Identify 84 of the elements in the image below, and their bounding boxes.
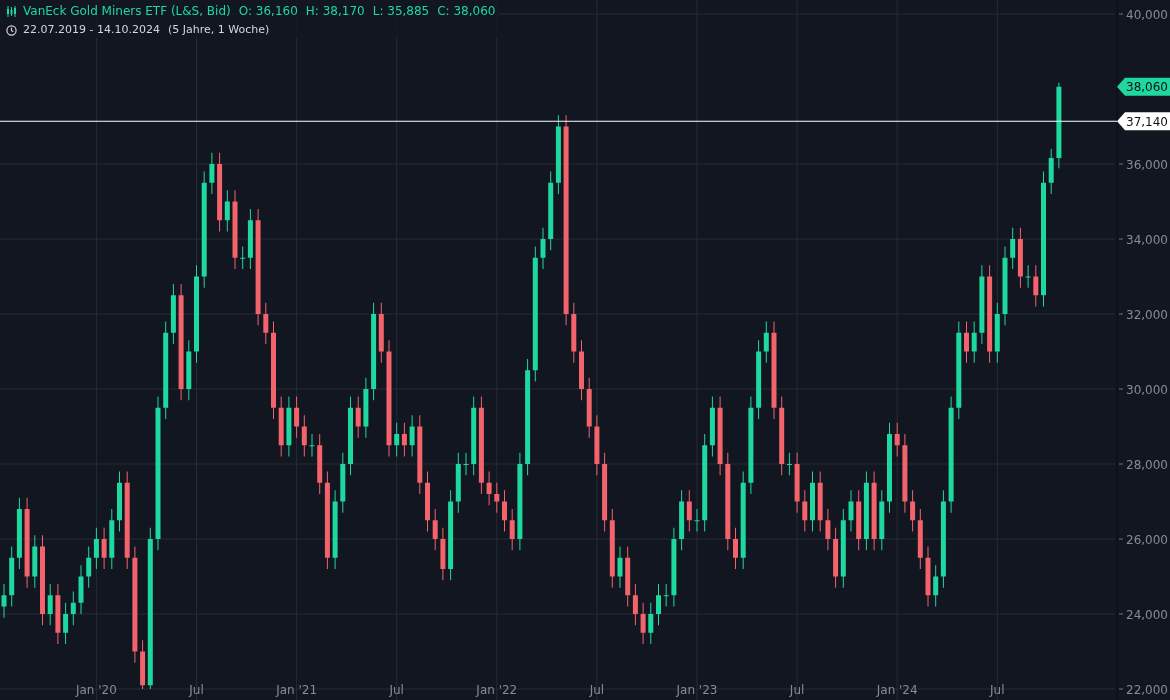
candle (1025, 264, 1031, 289)
candle (802, 489, 808, 532)
candle (363, 377, 369, 439)
candle (579, 339, 584, 401)
candle (810, 471, 815, 532)
candle (286, 396, 292, 457)
candle (848, 489, 854, 532)
candle (355, 396, 361, 439)
candle (109, 508, 115, 570)
candle (1033, 264, 1039, 307)
candle (494, 482, 500, 514)
candle (486, 471, 492, 506)
candle (925, 546, 931, 607)
axis-label: 32,000 (1126, 307, 1168, 322)
clock-icon (6, 24, 17, 36)
axis-label: Jul (990, 683, 1005, 697)
ohlc-value: C: 38,060 (437, 3, 496, 20)
ohlc-value: H: 38,170 (305, 3, 365, 20)
axis-label: 24,000 (1126, 607, 1168, 622)
candle (1, 583, 7, 619)
candle (186, 339, 192, 401)
candle (432, 508, 438, 551)
candle (340, 452, 346, 514)
candle (733, 527, 738, 570)
axis-label: Jan '24 (876, 683, 918, 697)
horizontal-line[interactable] (0, 120, 1118, 122)
axis-label: 22,000 (1126, 682, 1168, 697)
duration: (5 Jahre, 1 Woche) (167, 21, 270, 38)
candle (648, 602, 654, 645)
candle (263, 302, 269, 345)
instrument-title: VanEck Gold Miners ETF (L&S, Bid) (23, 3, 231, 20)
candle (694, 508, 700, 532)
candle (663, 583, 669, 607)
candlestick-icon (6, 5, 17, 17)
axis-label: Jan '22 (476, 683, 518, 697)
candle (964, 321, 969, 364)
candle (278, 396, 284, 457)
axis-label: Jan '20 (75, 683, 117, 697)
ohlc-value: L: 35,885 (372, 3, 430, 20)
axis-label: Jul (589, 683, 605, 697)
axis-label: Jan '23 (676, 683, 718, 697)
candle (540, 227, 546, 270)
candle (55, 583, 61, 645)
candle (101, 527, 107, 570)
candle (971, 321, 977, 364)
candle (879, 489, 885, 551)
candle (571, 302, 577, 364)
axis-label: Jul (389, 683, 404, 697)
axis-label: 40,000 (1126, 7, 1168, 22)
axis-label: 36,000 (1126, 157, 1168, 172)
axis-label: 26,000 (1126, 532, 1168, 547)
axis-label: Jul (189, 683, 204, 697)
candle (47, 583, 53, 626)
ref-line-label: 37,140 (1126, 114, 1168, 129)
candle (425, 471, 430, 532)
candle (817, 471, 823, 532)
axis-label: 28,000 (1126, 457, 1168, 472)
axis-label: Jan '21 (276, 683, 318, 697)
date-range: 22.07.2019 - 14.10.2024 (23, 21, 160, 38)
candle (463, 452, 469, 476)
candle (656, 583, 661, 626)
candle (409, 414, 415, 457)
candle (1048, 148, 1054, 195)
candle (502, 489, 507, 532)
candle (440, 527, 446, 581)
candle (825, 508, 831, 551)
candle (894, 422, 900, 457)
candle (32, 534, 38, 589)
candle (594, 414, 600, 476)
candle (617, 546, 623, 589)
last-price-tag: 38,060 (1117, 77, 1170, 96)
candle (117, 471, 122, 532)
candle (586, 377, 592, 439)
axis-label: 34,000 (1126, 232, 1168, 247)
candle (209, 152, 215, 195)
axis-label: Jul (789, 683, 805, 697)
axis-label: 30,000 (1126, 382, 1168, 397)
candle (509, 508, 515, 551)
candle (78, 564, 84, 615)
candle (640, 602, 646, 645)
ohlc-value: O: 36,160 (238, 3, 298, 20)
candle (309, 433, 315, 457)
line-price-tag: 37,140 (1117, 112, 1170, 131)
candle (794, 452, 800, 514)
